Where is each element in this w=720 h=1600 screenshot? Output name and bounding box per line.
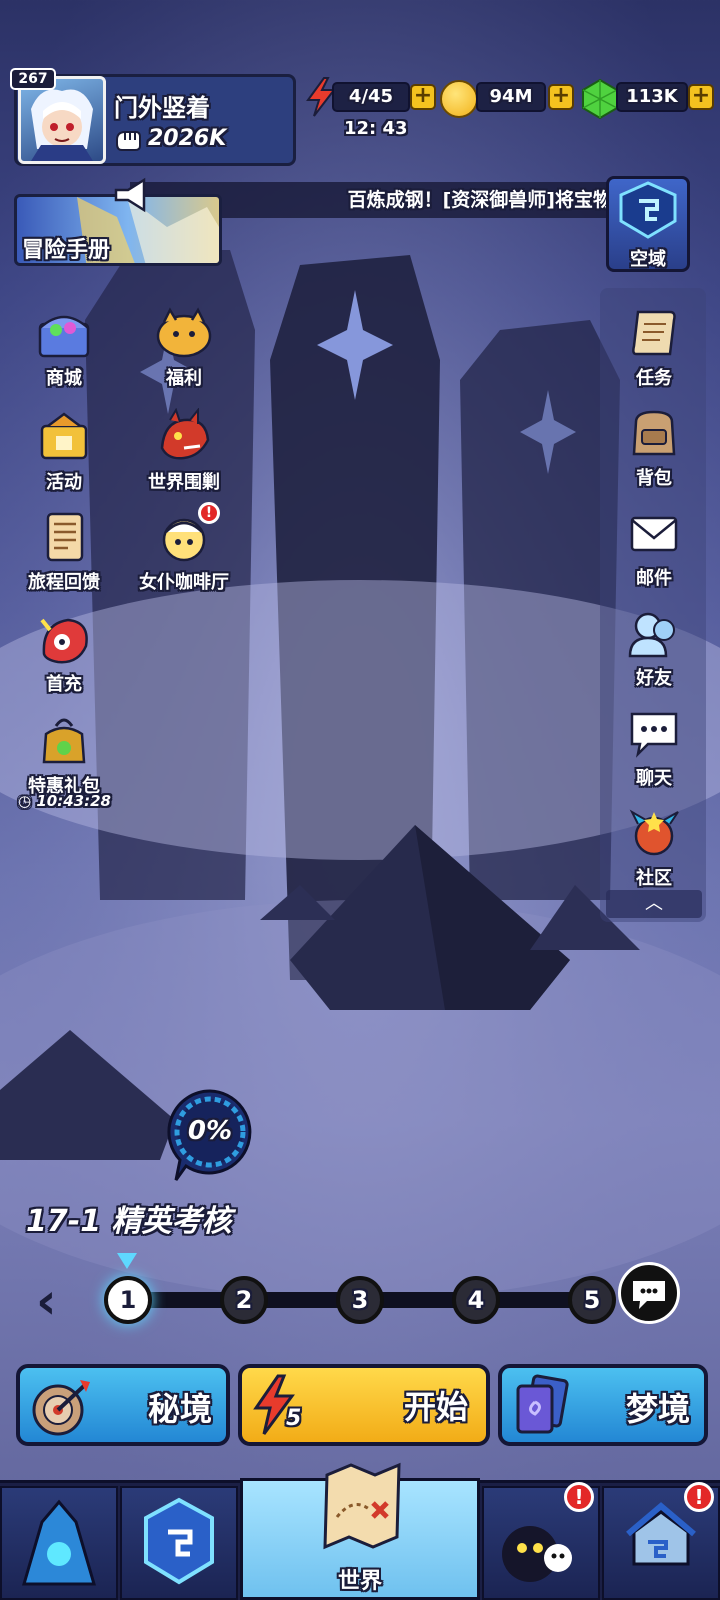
friends-icon (624, 604, 684, 662)
first-charge-icon (34, 610, 94, 668)
space-domain-label: 空域 (630, 249, 666, 270)
menu-label: 世界围剿 (148, 472, 220, 493)
target-dart-icon (32, 1380, 90, 1436)
menu-label: 任务 (636, 368, 672, 389)
quest-scroll-icon (624, 304, 684, 362)
stage-node-3[interactable]: 3 (336, 1276, 384, 1324)
progress-percent: 0% (187, 1116, 233, 1146)
menu-label: 聊天 (636, 768, 672, 789)
nav-tab-heroes[interactable] (0, 1486, 118, 1600)
start-button[interactable]: 5 开始 (238, 1364, 490, 1446)
previous-chapter-arrow-icon[interactable]: ‹ (36, 1276, 68, 1332)
menu-item-friends[interactable]: 好友 (604, 604, 704, 690)
nav-tab-world[interactable]: 世界 (240, 1462, 480, 1600)
menu-label: 商城 (46, 368, 82, 389)
player-level-badge: 267 (10, 68, 56, 90)
green-gem-icon (580, 78, 620, 120)
menu-label: 好友 (636, 668, 672, 689)
menu-label: 旅程回馈 (28, 572, 100, 593)
player-power: 2026K (148, 126, 227, 151)
menu-item-community[interactable]: 社区 (604, 804, 704, 890)
secret-realm-button[interactable]: 秘境 (16, 1364, 230, 1446)
treasure-map-icon (323, 1462, 401, 1550)
menu-item-events[interactable]: 活动 (14, 408, 114, 494)
guild-hexagon-icon (144, 1497, 214, 1585)
stage-node-4[interactable]: 4 (452, 1276, 500, 1324)
space-domain-button[interactable]: 空域 (606, 176, 690, 272)
menu-label: 社区 (636, 868, 672, 889)
nav-tab-base[interactable]: ! (602, 1482, 720, 1600)
menu-item-mail[interactable]: 邮件 (604, 504, 704, 590)
nav-world-label: 世界 (337, 1569, 382, 1594)
add-energy-button[interactable]: + (410, 84, 436, 110)
power-fist-icon (114, 128, 142, 152)
current-stage-marker-icon (116, 1252, 138, 1270)
start-label: 开始 (403, 1388, 468, 1426)
add-gems-button[interactable]: + (688, 84, 714, 110)
dream-realm-button[interactable]: 梦境 (498, 1364, 708, 1446)
avatar-character-icon (31, 89, 93, 161)
scroll-icon (34, 508, 94, 566)
menu-item-journey-rewards[interactable]: 旅程回馈 (14, 508, 114, 594)
hero-helmet-icon (22, 1499, 96, 1586)
menu-item-first-charge[interactable]: 首充 (14, 610, 114, 696)
menu-item-chat[interactable]: 聊天 (604, 704, 704, 790)
lucky-cat-icon (154, 304, 214, 362)
stage-title: 17-1 精英考核 (26, 1204, 232, 1239)
start-energy-cost: 5 (286, 1406, 302, 1431)
menu-item-tasks[interactable]: 任务 (604, 304, 704, 390)
dream-cards-icon (516, 1374, 569, 1434)
gems-value: 113K (616, 82, 688, 112)
gold-value: 94M (476, 82, 546, 112)
notification-badge: ! (684, 1482, 714, 1512)
treasure-chest-icon (34, 304, 94, 362)
menu-label: 邮件 (636, 568, 672, 589)
energy-timer: 12: 43 (344, 118, 408, 139)
notification-badge: ! (564, 1482, 594, 1512)
player-name: 门外竖着 (114, 94, 210, 122)
secret-realm-label: 秘境 (147, 1390, 212, 1428)
menu-item-maid-cafe[interactable]: ! 女仆咖啡厅 (134, 502, 234, 594)
dream-realm-label: 梦境 (625, 1390, 690, 1428)
menu-item-welfare[interactable]: 福利 (134, 304, 234, 390)
menu-label: 女仆咖啡厅 (139, 572, 229, 593)
gold-coin-icon (440, 80, 478, 118)
stage-progress-badge[interactable]: 0% (166, 1088, 254, 1182)
menu-label: 福利 (166, 368, 202, 389)
menu-item-special-pack[interactable]: 特惠礼包 (14, 712, 114, 798)
mail-icon (624, 504, 684, 562)
chat-bubble-icon (633, 1281, 665, 1309)
space-domain-emblem-icon (619, 181, 677, 239)
menu-label: 首充 (46, 674, 82, 695)
nav-tab-guild[interactable] (120, 1486, 238, 1600)
megaphone-icon (112, 176, 150, 214)
add-gold-button[interactable]: + (548, 84, 574, 110)
menu-label: 背包 (636, 468, 672, 489)
stage-node-5[interactable]: 5 (568, 1276, 616, 1324)
menu-item-world-hunt[interactable]: 世界围剿 (134, 407, 234, 494)
stage-node-1[interactable]: 1 (104, 1276, 152, 1324)
gift-bag-icon (34, 712, 94, 770)
collapse-chevron-up-icon[interactable]: ︿ (606, 890, 702, 918)
notification-badge: ! (198, 502, 220, 524)
nav-tab-pets[interactable]: ! (482, 1482, 600, 1600)
menu-label: 活动 (46, 472, 82, 493)
clock-icon: ◷ (18, 792, 32, 810)
menu-item-backpack[interactable]: 背包 (604, 404, 704, 490)
maid-icon: ! (154, 502, 220, 566)
energy-value: 4/45 (332, 82, 410, 112)
adventure-manual-label: 冒险手册 (22, 238, 111, 263)
event-icon (34, 408, 94, 466)
chat-bubble-button[interactable] (618, 1262, 680, 1324)
gift-timer: 10:43:28 (36, 792, 111, 810)
menu-item-shop[interactable]: 商城 (14, 304, 114, 390)
chat-icon (624, 704, 684, 762)
gift-timer-row: ◷ 10:43:28 (18, 792, 111, 810)
backpack-icon (624, 404, 684, 462)
stage-node-2[interactable]: 2 (220, 1276, 268, 1324)
dragon-icon (154, 407, 214, 466)
community-icon (624, 804, 684, 862)
